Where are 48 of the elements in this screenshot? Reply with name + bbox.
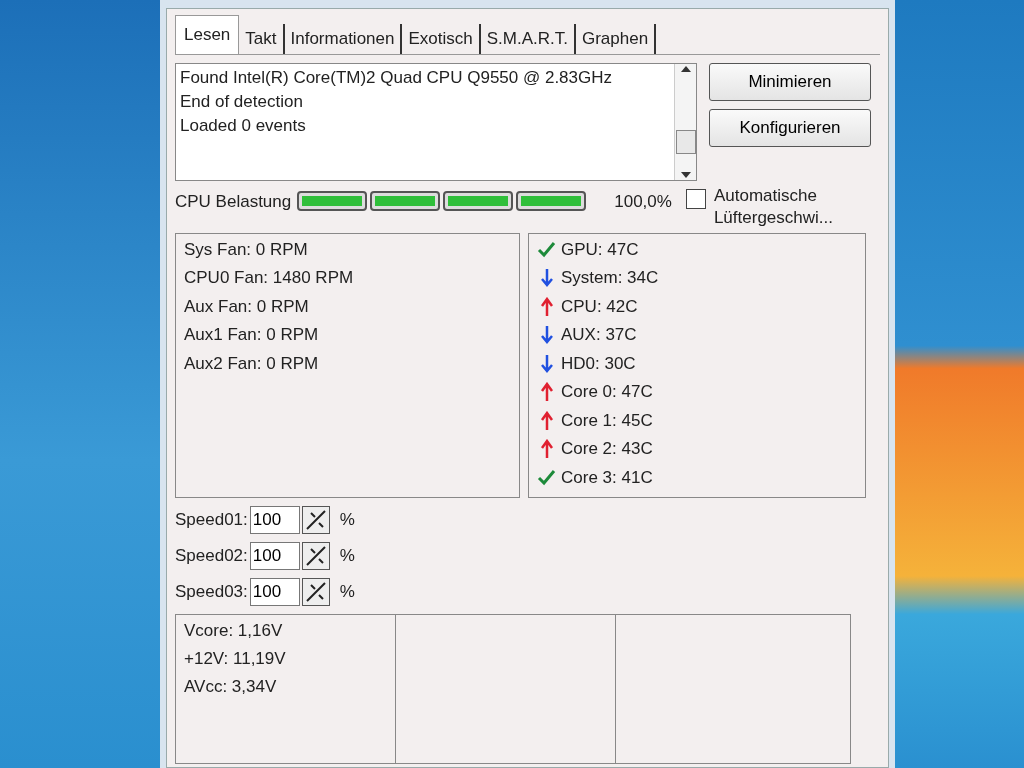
tab[interactable]: Exotisch [402, 24, 481, 54]
scroll-down-icon[interactable] [680, 171, 691, 180]
unit-label: % [339, 580, 355, 603]
tab[interactable]: Informationen [284, 24, 403, 54]
spin-button[interactable] [301, 541, 330, 570]
spin-button[interactable] [301, 505, 330, 534]
voltage-reading: +12V: 11,19V [184, 647, 287, 670]
configure-button[interactable]: Konfigurieren [709, 108, 871, 147]
cpu-load-reading: 100,0% [614, 190, 672, 213]
speed-field[interactable]: 100 [249, 541, 300, 570]
fan-reading: Sys Fan: 0 RPM [184, 238, 309, 261]
voltage-reading: Vcore: 1,16V [184, 619, 284, 642]
fan-reading: Aux Fan: 0 RPM [184, 295, 310, 318]
scroll-thumb[interactable] [675, 129, 696, 154]
temperature-reading: Core 0: 47C [561, 381, 653, 403]
speed-label: Speed02: [175, 544, 248, 567]
tab[interactable]: S.M.A.R.T. [480, 24, 576, 54]
log-line: Loaded 0 events [180, 114, 307, 137]
log-line: Found Intel(R) Core(TM)2 Quad CPU Q9550 @ 2.83GHz [180, 66, 614, 89]
speed-field[interactable]: 100 [249, 505, 300, 534]
unit-label: % [339, 508, 355, 531]
temperature-reading: System: 34C [561, 267, 659, 289]
spin-button[interactable] [301, 577, 330, 606]
tab[interactable]: Lesen [175, 15, 240, 54]
speed-field[interactable]: 100 [249, 577, 300, 606]
fan-reading: CPU0 Fan: 1480 RPM [184, 267, 355, 289]
temperature-reading: Core 3: 41C [561, 466, 653, 489]
auto-fan-label: Automatische Lüftergeschwi... [713, 184, 833, 229]
tab[interactable]: Takt [239, 24, 285, 54]
temperature-reading: Core 1: 45C [561, 409, 653, 432]
speed-label: Speed03: [175, 580, 248, 603]
fan-reading: Aux2 Fan: 0 RPM [184, 352, 320, 375]
temperature-reading: Core 2: 43C [561, 438, 653, 460]
fan-reading: Aux1 Fan: 0 RPM [184, 324, 320, 346]
voltage-reading: AVcc: 3,34V [184, 675, 278, 698]
tab[interactable]: Graphen [575, 24, 657, 54]
checkbox[interactable] [685, 188, 706, 209]
temperature-reading: AUX: 37C [561, 324, 637, 346]
cpu-load-label: CPU Belastung [175, 190, 292, 213]
log-box[interactable]: Found Intel(R) Core(TM)2 Quad CPU Q9550 @ 2.83GHz End of detection Loaded 0 events [175, 62, 697, 181]
minimize-button[interactable]: Minimieren [709, 62, 871, 101]
temperature-reading: GPU: 47C [561, 238, 639, 261]
scrollbar[interactable] [674, 63, 696, 180]
unit-label: % [339, 544, 355, 567]
speed-label: Speed01: [175, 508, 248, 531]
temperature-reading: HD0: 30C [561, 352, 636, 375]
log-line: End of detection [180, 90, 304, 113]
temperature-reading: CPU: 42C [561, 295, 638, 318]
